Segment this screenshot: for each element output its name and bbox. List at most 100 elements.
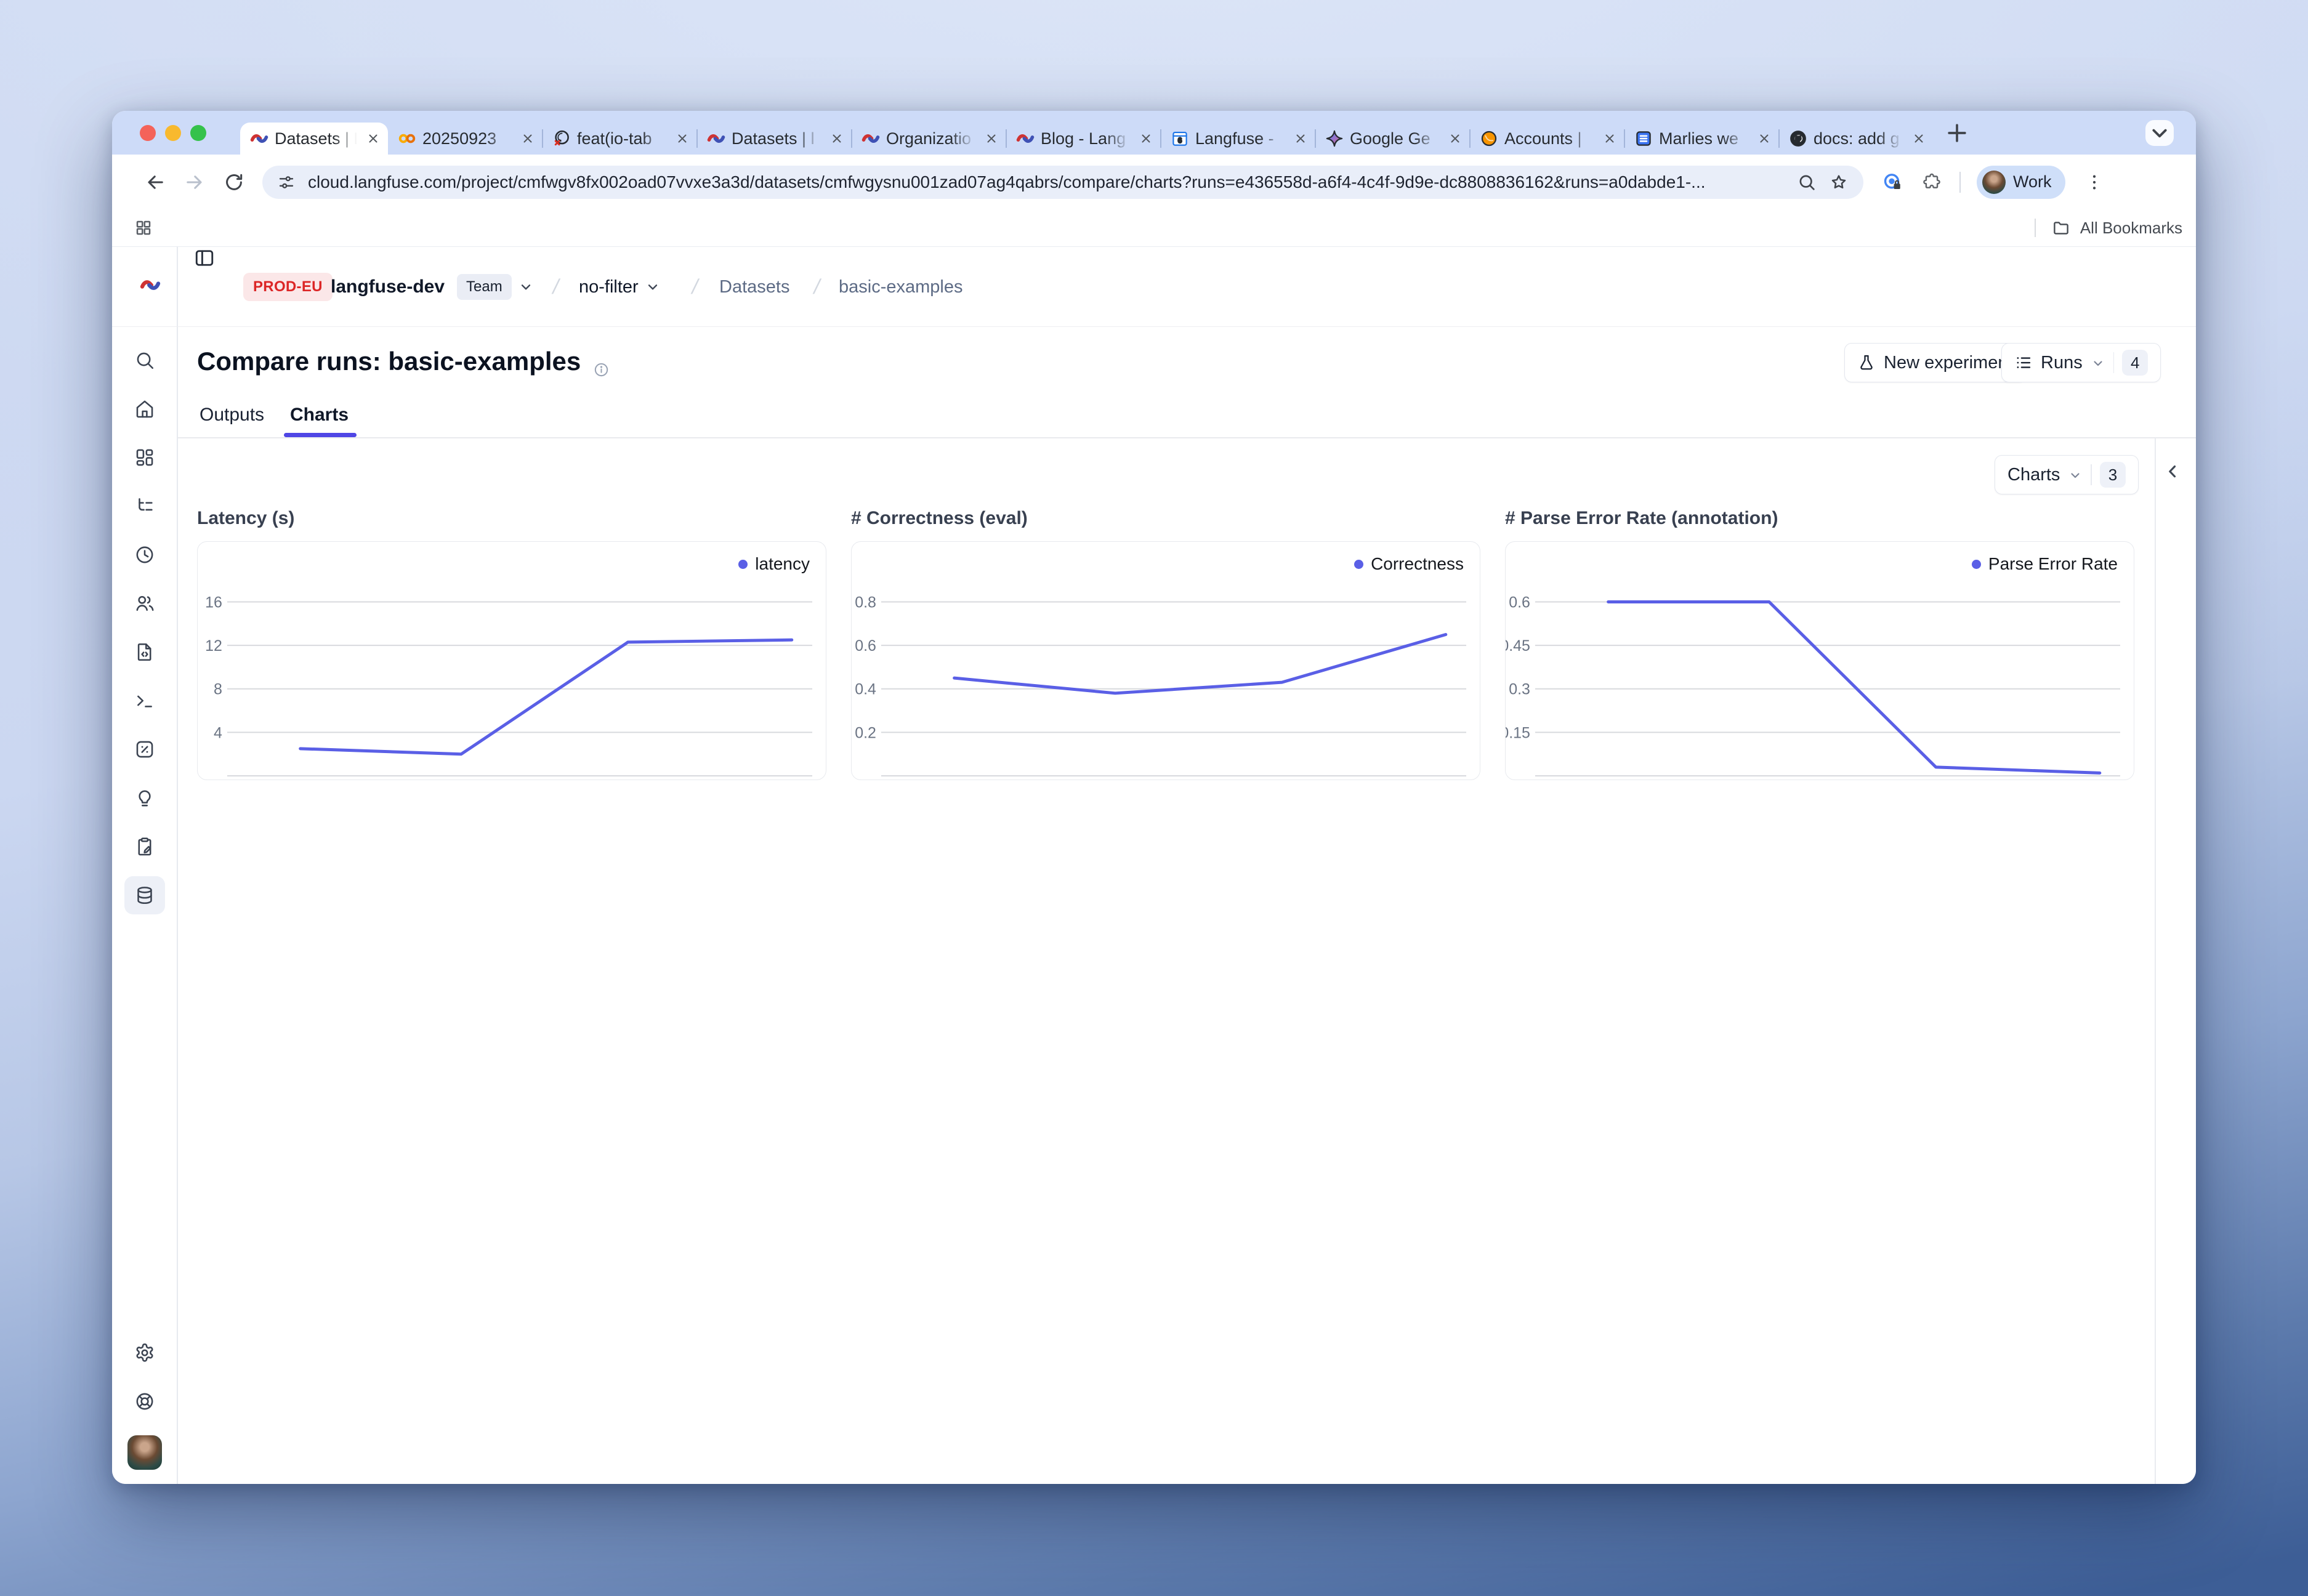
close-tab-icon[interactable] [366,131,381,146]
breadcrumb-datasets-link[interactable]: Datasets [719,247,789,327]
close-tab-icon[interactable] [1602,131,1617,146]
sidebar-item-insights[interactable] [124,783,165,813]
tab-search-button[interactable] [2145,120,2174,146]
user-avatar[interactable] [127,1435,162,1470]
close-tab-icon[interactable] [1911,131,1926,146]
sidebar-item-prompts[interactable] [124,637,165,667]
svg-text:8: 8 [214,681,222,698]
url-text[interactable]: cloud.langfuse.com/project/cmfwgv8fx002o… [308,172,1785,192]
breadcrumb-dataset-name[interactable]: basic-examples [839,247,962,327]
langfuse-favicon-icon [1016,129,1035,148]
sidebar-toggle-icon[interactable] [193,247,216,269]
runs-selector-button[interactable]: Runs 4 [2001,343,2161,382]
back-button[interactable] [144,171,166,193]
browser-tab[interactable]: Blog - Lang [1006,123,1161,155]
close-tab-icon[interactable] [1293,131,1308,146]
sidebar-item-datasets[interactable] [124,876,165,914]
gemini-favicon-icon [1325,129,1344,148]
search-icon [134,350,155,371]
apps-grid-icon[interactable] [134,219,153,237]
browser-tab[interactable]: Accounts | [1470,123,1624,155]
profile-chip[interactable]: Work [1977,166,2065,199]
tab-title: Datasets | l [732,129,823,148]
svg-text:12: 12 [205,637,222,655]
sidebar-item-evaluators[interactable] [124,735,165,764]
organization-name[interactable]: langfuse-dev [331,247,445,327]
tab-outputs[interactable]: Outputs [200,396,264,434]
close-tab-icon[interactable] [1448,131,1463,146]
maximize-window-button[interactable] [190,125,206,141]
close-tab-icon[interactable] [1139,131,1153,146]
site-settings-icon[interactable] [277,173,296,191]
folder-icon [2052,219,2070,237]
close-tab-icon[interactable] [984,131,999,146]
sidebar-item-settings[interactable] [124,1338,165,1368]
browser-tab[interactable]: Google Ge [1315,123,1470,155]
users-icon [134,593,155,614]
sidebar-item-playground[interactable] [124,686,165,715]
close-tab-icon[interactable] [829,131,844,146]
sidebar-item-annotation-queues[interactable] [124,832,165,861]
svg-text:6: 6 [1178,136,1182,145]
colab-favicon-icon [398,129,416,148]
extensions-puzzle-icon[interactable] [1921,172,1942,193]
profile-avatar [1982,171,2006,194]
side-panel-divider [2155,438,2156,1484]
legend-dot-icon [1972,560,1981,569]
browser-tab[interactable]: feat(io-tab [543,123,697,155]
bookmark-star-icon[interactable] [1829,172,1849,192]
langfuse-logo-icon[interactable] [140,275,161,296]
browser-tab[interactable]: Datasets | La [240,123,388,155]
svg-text:0.45: 0.45 [1506,637,1530,655]
chart-block: Latency (s) 481216 latency [197,508,826,780]
close-tab-icon[interactable] [675,131,690,146]
app-sidebar [112,327,177,1484]
sidebar-item-tracing[interactable] [124,491,165,521]
project-selector[interactable]: no-filter [579,247,661,327]
line-chart: 0.150.30.450.6 [1506,542,2134,780]
all-bookmarks[interactable]: All Bookmarks [2035,219,2182,238]
zoom-page-icon[interactable] [1797,172,1817,192]
bookmarks-separator [2035,219,2036,237]
sidebar-item-sessions[interactable] [124,540,165,570]
address-bar[interactable]: cloud.langfuse.com/project/cmfwgv8fx002o… [262,166,1863,199]
extension-lock-icon[interactable] [1882,172,1903,193]
chart-title: Latency (s) [197,508,826,530]
reload-button[interactable] [223,171,245,193]
chart-card[interactable]: 0.20.40.60.8 Correctness [851,541,1480,780]
browser-tab[interactable]: 20250923 [388,123,543,155]
new-tab-button[interactable] [1943,119,1971,147]
browser-tab[interactable]: Organizatio [852,123,1006,155]
tracing-icon [134,496,155,517]
close-tab-icon[interactable] [520,131,535,146]
browser-tab[interactable]: Marlies we [1624,123,1779,155]
browser-tab[interactable]: docs: add g [1779,123,1934,155]
close-tab-icon[interactable] [1757,131,1772,146]
line-chart: 0.20.40.60.8 [852,542,1480,780]
sidebar-item-dashboards[interactable] [124,443,165,472]
page-title: Compare runs: basic-examples [197,347,610,376]
chart-card[interactable]: 0.150.30.450.6 Parse Error Rate [1505,541,2134,780]
sidebar-item-support[interactable] [124,1387,165,1416]
minimize-window-button[interactable] [165,125,181,141]
tab-title: Blog - Lang [1041,129,1132,148]
forward-button[interactable] [184,171,206,193]
sidebar-item-home[interactable] [124,394,165,424]
sidebar-item-users[interactable] [124,589,165,618]
tab-charts[interactable]: Charts [290,396,349,434]
active-tab-underline [284,433,357,437]
info-icon[interactable] [593,355,610,371]
browser-tab[interactable]: Datasets | l [697,123,852,155]
org-plan-badge[interactable]: Team [457,247,534,327]
sidebar-item-search[interactable] [124,345,165,375]
close-window-button[interactable] [140,125,156,141]
browser-tab[interactable]: 6Langfuse - [1161,123,1315,155]
browser-menu-icon[interactable] [2084,172,2105,193]
profile-label: Work [2013,172,2052,191]
window-controls [140,125,206,141]
browser-toolbar: cloud.langfuse.com/project/cmfwgv8fx002o… [112,155,2196,209]
charts-selector-button[interactable]: Charts 3 [1995,455,2139,494]
collapse-panel-icon[interactable] [2162,461,2183,482]
new-experiment-button[interactable]: New experiment [1844,343,2026,382]
chart-card[interactable]: 481216 latency [197,541,826,780]
